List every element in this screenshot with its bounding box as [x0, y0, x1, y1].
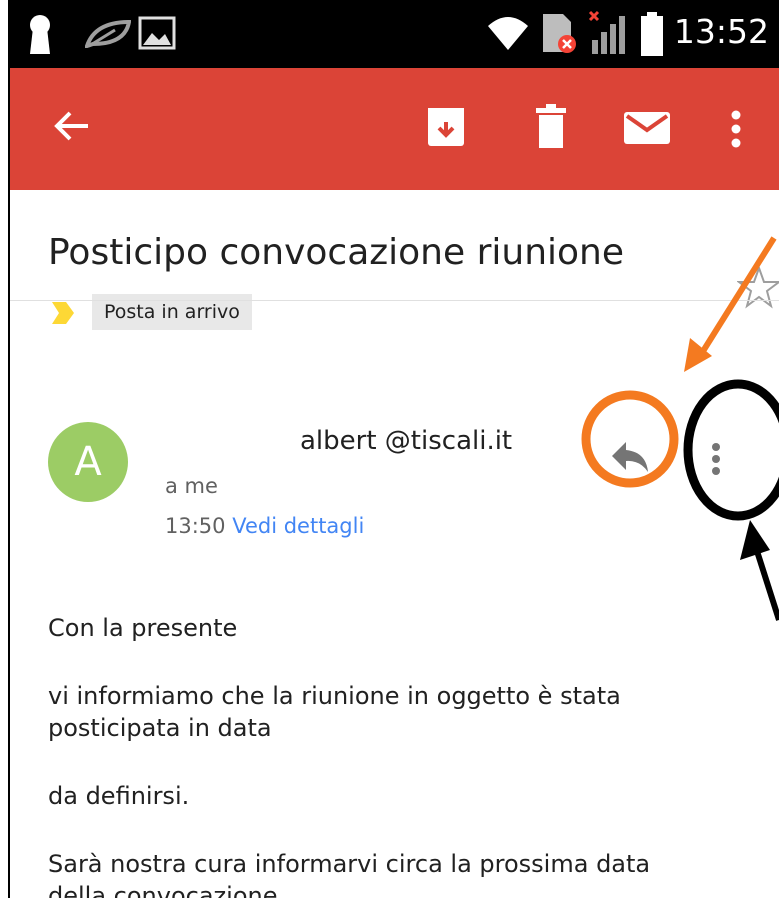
mail-icon[interactable] — [624, 112, 670, 148]
signal-icon — [588, 10, 632, 60]
recipient-line: a me — [165, 474, 218, 498]
body-paragraph-2a: vi informiamo che la riunione in oggetto… — [48, 682, 621, 710]
sim-error-icon — [541, 12, 577, 58]
details-link[interactable]: Vedi dettagli — [232, 514, 364, 538]
sender-name: albert @tiscali.it — [300, 426, 513, 456]
back-arrow-icon[interactable] — [54, 108, 90, 148]
message-time: 13:50 — [165, 514, 226, 538]
status-bar: 13:52 — [10, 0, 779, 68]
leaf-icon — [83, 19, 132, 52]
body-paragraph-2b: posticipata in data — [48, 714, 272, 742]
phone-screen: 13:52 Posticipo convocazione riunione Po… — [8, 0, 779, 898]
body-paragraph-1: Con la presente — [48, 614, 238, 642]
archive-icon[interactable] — [428, 106, 464, 150]
more-vert-icon[interactable] — [730, 110, 742, 152]
message-more-icon[interactable] — [710, 442, 722, 480]
star-icon[interactable] — [736, 265, 779, 313]
keyhole-icon — [28, 14, 52, 58]
app-bar — [10, 68, 779, 190]
wifi-icon — [486, 14, 530, 56]
avatar[interactable]: A — [48, 422, 128, 502]
battery-icon — [640, 12, 664, 60]
header-divider — [10, 300, 779, 301]
time-details-line: 13:50 Vedi dettagli — [165, 514, 364, 538]
body-paragraph-3: da definirsi. — [48, 782, 190, 810]
status-time: 13:52 — [673, 12, 769, 51]
trash-icon[interactable] — [536, 104, 566, 152]
reply-icon[interactable] — [610, 440, 650, 478]
body-paragraph-4a: Sarà nostra cura informarvi circa la pro… — [48, 850, 651, 878]
label-tag-icon — [50, 300, 76, 330]
body-paragraph-4b: della convocazione. — [48, 882, 286, 898]
email-subject: Posticipo convocazione riunione — [48, 232, 625, 273]
image-icon — [138, 16, 176, 54]
